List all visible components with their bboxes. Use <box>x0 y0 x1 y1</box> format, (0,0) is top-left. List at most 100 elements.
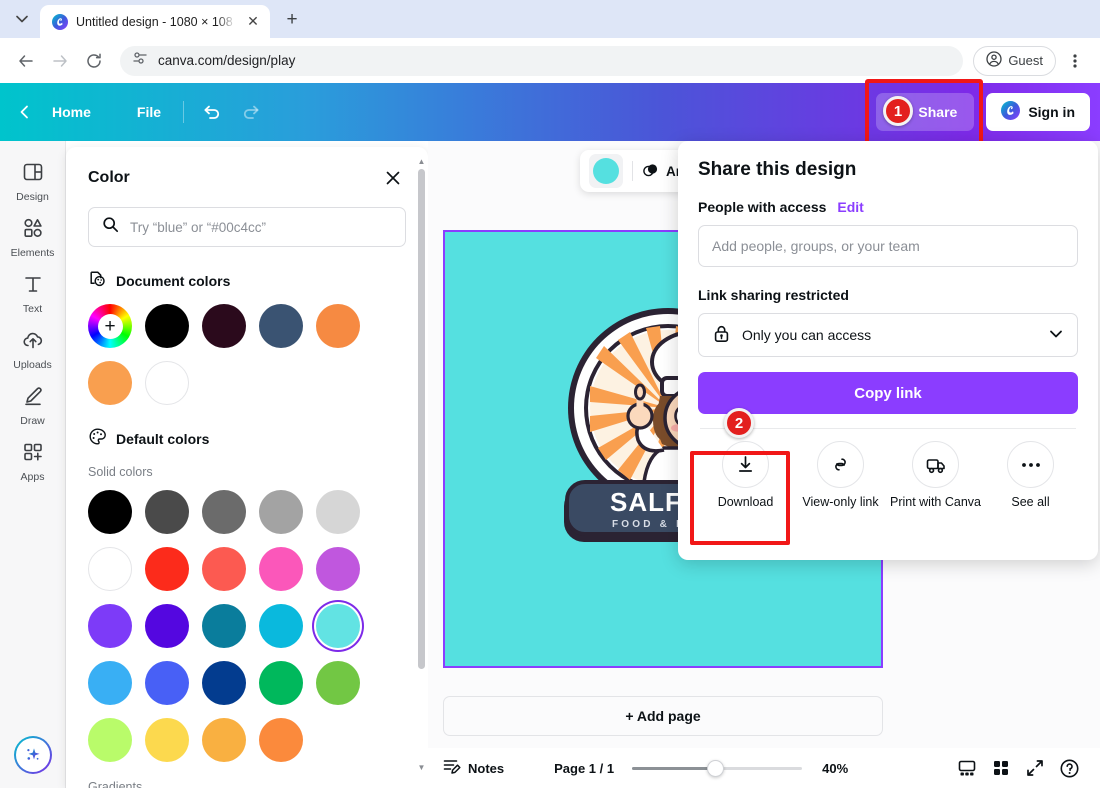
back-to-home-icon[interactable] <box>10 97 40 127</box>
view-only-link-action[interactable]: View-only link <box>793 441 888 511</box>
magic-sparkle-icon[interactable] <box>14 736 52 774</box>
canva-editor-screenshot: Untitled design - 1080 × 108 ✕ + canva.c… <box>0 0 1100 788</box>
sidebar-item-design[interactable]: Design <box>2 153 64 209</box>
solid-color-swatch[interactable] <box>88 661 132 705</box>
sidebar-item-draw[interactable]: Draw <box>2 377 64 433</box>
profile-label: Guest <box>1008 53 1043 68</box>
solid-color-swatch[interactable] <box>88 718 132 762</box>
elements-icon <box>22 217 44 244</box>
document-color-swatch[interactable] <box>145 361 189 405</box>
toolbar-divider <box>632 161 633 181</box>
browser-tab[interactable]: Untitled design - 1080 × 108 ✕ <box>40 5 270 38</box>
add-page-button[interactable]: + Add page <box>443 696 883 736</box>
file-menu-button[interactable]: File <box>125 98 173 126</box>
sign-in-button[interactable]: Sign in <box>986 93 1090 131</box>
current-color-button[interactable] <box>589 154 623 188</box>
notes-button[interactable]: Notes <box>442 757 504 779</box>
address-bar[interactable]: canva.com/design/play <box>120 45 964 76</box>
solid-color-swatch[interactable] <box>202 490 246 534</box>
color-search-input[interactable]: Try “blue” or “#00c4cc” <box>88 207 406 247</box>
access-level-select[interactable]: Only you can access <box>698 313 1078 357</box>
solid-color-swatch[interactable] <box>202 718 246 762</box>
download-action[interactable]: Download <box>698 441 793 511</box>
color-panel-title: Color <box>88 169 130 186</box>
solid-color-swatch[interactable] <box>202 661 246 705</box>
fullscreen-icon[interactable] <box>1018 751 1052 785</box>
add-color-button[interactable]: + <box>88 304 132 348</box>
chevron-down-icon[interactable] <box>1048 326 1064 345</box>
scrollbar-track[interactable] <box>418 169 425 760</box>
scroll-down-icon[interactable]: ▼ <box>418 763 426 772</box>
browser-tab-title: Untitled design - 1080 × 108 <box>76 14 233 29</box>
solid-color-swatch[interactable] <box>259 718 303 762</box>
add-people-input[interactable]: Add people, groups, or your team <box>698 225 1078 267</box>
reload-icon[interactable] <box>78 45 110 77</box>
see-all-action[interactable]: See all <box>983 441 1078 511</box>
profile-chip[interactable]: Guest <box>973 45 1056 76</box>
sign-in-label: Sign in <box>1028 104 1075 120</box>
zoom-slider[interactable] <box>632 759 803 777</box>
redo-icon[interactable] <box>234 95 268 129</box>
close-icon[interactable]: ✕ <box>244 13 262 31</box>
zoom-slider-fill <box>632 766 714 770</box>
link-sharing-label: Link sharing restricted <box>698 287 849 303</box>
document-color-swatch[interactable] <box>202 304 246 348</box>
solid-color-swatch[interactable] <box>145 490 189 534</box>
solid-color-swatch[interactable] <box>259 661 303 705</box>
document-color-swatch[interactable] <box>316 304 360 348</box>
sidebar-item-apps[interactable]: Apps <box>2 433 64 489</box>
default-colors-header: Default colors <box>88 427 406 451</box>
sidebar-item-label: Elements <box>10 247 55 259</box>
truck-icon <box>912 441 959 488</box>
solid-color-swatch[interactable] <box>316 604 360 648</box>
forward-arrow-icon[interactable] <box>44 45 76 77</box>
copy-link-button[interactable]: Copy link <box>698 372 1078 414</box>
sidebar-item-label: Design <box>16 191 49 203</box>
solid-color-swatch[interactable] <box>259 490 303 534</box>
solid-color-swatch[interactable] <box>145 604 189 648</box>
solid-color-swatch[interactable] <box>145 718 189 762</box>
solid-color-swatch[interactable] <box>202 547 246 591</box>
solid-color-swatch[interactable] <box>88 604 132 648</box>
solid-color-swatch[interactable] <box>259 547 303 591</box>
grid-view-icon[interactable] <box>984 751 1018 785</box>
back-arrow-icon[interactable] <box>10 45 42 77</box>
solid-color-swatch[interactable] <box>88 547 132 591</box>
sidebar-item-elements[interactable]: Elements <box>2 209 64 265</box>
logo-tagline-text: FOOD & D <box>612 519 687 530</box>
solid-color-swatch[interactable] <box>145 661 189 705</box>
tab-search-icon[interactable] <box>8 5 36 33</box>
ellipsis-icon <box>1007 441 1054 488</box>
solid-color-swatch[interactable] <box>316 547 360 591</box>
undo-icon[interactable] <box>194 95 228 129</box>
sidebar-item-text[interactable]: Text <box>2 265 64 321</box>
help-icon[interactable] <box>1052 751 1086 785</box>
sidebar-item-uploads[interactable]: Uploads <box>2 321 64 377</box>
document-color-swatch[interactable] <box>259 304 303 348</box>
share-panel-title: Share this design <box>698 159 857 180</box>
solid-color-swatch[interactable] <box>145 547 189 591</box>
home-menu-button[interactable]: Home <box>40 98 103 126</box>
solid-color-swatch[interactable] <box>316 661 360 705</box>
solid-color-swatch[interactable] <box>202 604 246 648</box>
scrollbar-thumb[interactable] <box>418 169 425 669</box>
people-with-access-label: People with access <box>698 199 827 215</box>
new-tab-button[interactable]: + <box>278 6 306 34</box>
solid-color-swatch[interactable] <box>259 604 303 648</box>
close-icon[interactable] <box>380 165 406 191</box>
print-with-canva-action[interactable]: Print with Canva <box>888 441 983 511</box>
edit-access-link[interactable]: Edit <box>837 199 863 215</box>
solid-color-swatch[interactable] <box>316 490 360 534</box>
uploads-icon <box>22 329 44 356</box>
view-only-link-label: View-only link <box>802 495 879 509</box>
solid-color-swatch[interactable] <box>88 490 132 534</box>
kebab-menu-icon[interactable] <box>1060 46 1090 76</box>
step-badge-2: 2 <box>724 408 754 438</box>
scroll-up-icon[interactable]: ▲ <box>418 157 426 166</box>
zoom-slider-thumb[interactable] <box>706 759 724 777</box>
site-settings-icon[interactable] <box>132 50 148 71</box>
page-view-icon[interactable] <box>950 751 984 785</box>
color-panel-scrollbar[interactable]: ▲ ▼ <box>418 157 426 772</box>
document-color-swatch[interactable] <box>88 361 132 405</box>
document-color-swatch[interactable] <box>145 304 189 348</box>
